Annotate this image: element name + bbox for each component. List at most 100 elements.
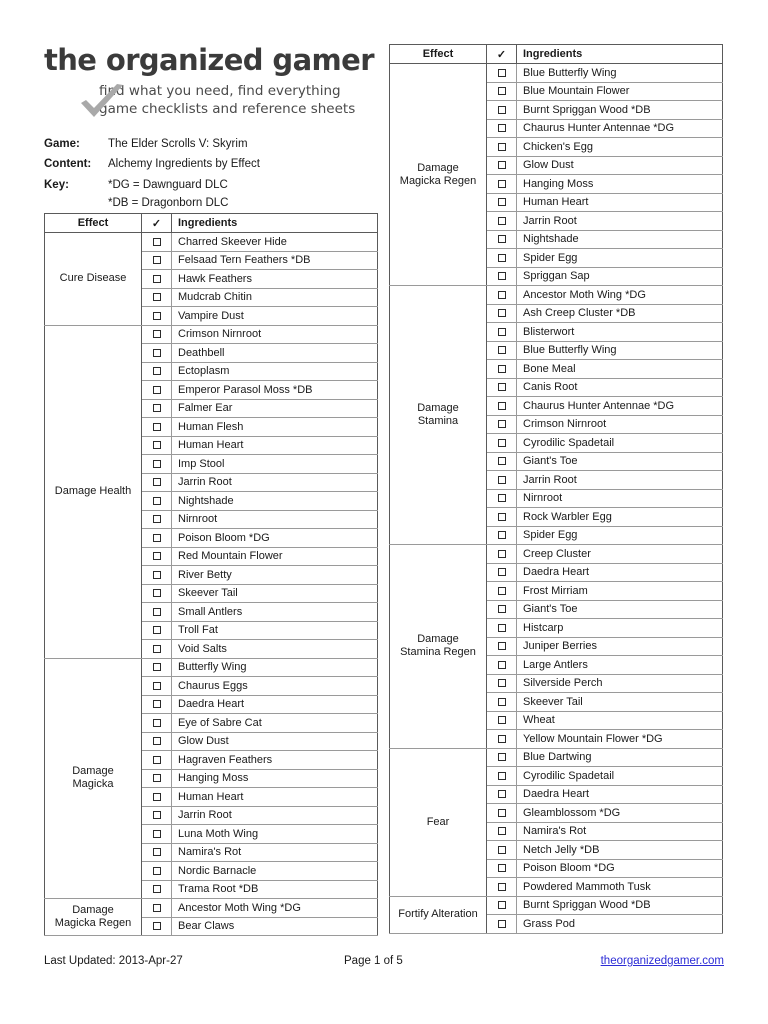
ingredient-checkbox-cell[interactable] xyxy=(486,470,517,490)
checkbox-icon[interactable] xyxy=(152,848,161,857)
ingredient-checkbox-cell[interactable] xyxy=(486,803,517,823)
ingredient-checkbox-cell[interactable] xyxy=(141,509,172,529)
footer-website-label[interactable]: theorganizedgamer.com xyxy=(601,955,724,967)
ingredient-checkbox-cell[interactable] xyxy=(486,507,517,527)
checkbox-icon[interactable] xyxy=(152,829,161,838)
checkbox-icon[interactable] xyxy=(497,901,506,910)
ingredient-checkbox-cell[interactable] xyxy=(486,155,517,175)
checkbox-icon[interactable] xyxy=(497,124,506,133)
checkbox-icon[interactable] xyxy=(497,845,506,854)
checkbox-icon[interactable] xyxy=(497,679,506,688)
checkbox-icon[interactable] xyxy=(497,142,506,151)
ingredient-checkbox-cell[interactable] xyxy=(486,710,517,730)
checkbox-icon[interactable] xyxy=(497,438,506,447)
ingredient-checkbox-cell[interactable] xyxy=(141,713,172,733)
ingredient-checkbox-cell[interactable] xyxy=(141,879,172,899)
checkbox-icon[interactable] xyxy=(497,568,506,577)
ingredient-checkbox-cell[interactable] xyxy=(141,824,172,844)
ingredient-checkbox-cell[interactable] xyxy=(486,821,517,841)
ingredient-checkbox-cell[interactable] xyxy=(141,768,172,788)
checkbox-icon[interactable] xyxy=(497,697,506,706)
ingredient-checkbox-cell[interactable] xyxy=(141,676,172,696)
checkbox-icon[interactable] xyxy=(497,364,506,373)
checkbox-icon[interactable] xyxy=(497,771,506,780)
checkbox-icon[interactable] xyxy=(152,755,161,764)
checkbox-icon[interactable] xyxy=(497,179,506,188)
checkbox-icon[interactable] xyxy=(497,605,506,614)
ingredient-checkbox-cell[interactable] xyxy=(486,303,517,323)
checkbox-icon[interactable] xyxy=(152,792,161,801)
checkbox-icon[interactable] xyxy=(497,660,506,669)
ingredient-checkbox-cell[interactable] xyxy=(486,174,517,194)
checkbox-icon[interactable] xyxy=(497,457,506,466)
ingredient-checkbox-cell[interactable] xyxy=(141,472,172,492)
checkbox-icon[interactable] xyxy=(152,385,161,394)
ingredient-checkbox-cell[interactable] xyxy=(486,636,517,656)
ingredient-checkbox-cell[interactable] xyxy=(486,618,517,638)
checkbox-icon[interactable] xyxy=(152,570,161,579)
checkbox-icon[interactable] xyxy=(497,420,506,429)
ingredient-checkbox-cell[interactable] xyxy=(141,546,172,566)
ingredient-checkbox-cell[interactable] xyxy=(141,842,172,862)
checkbox-icon[interactable] xyxy=(497,216,506,225)
checkbox-icon[interactable] xyxy=(497,531,506,540)
checkbox-icon[interactable] xyxy=(152,885,161,894)
checkbox-icon[interactable] xyxy=(152,348,161,357)
ingredient-checkbox-cell[interactable] xyxy=(141,657,172,677)
ingredient-checkbox-cell[interactable] xyxy=(141,916,172,936)
checkbox-icon[interactable] xyxy=(152,866,161,875)
checkbox-icon[interactable] xyxy=(497,642,506,651)
ingredient-checkbox-cell[interactable] xyxy=(486,562,517,582)
ingredient-checkbox-cell[interactable] xyxy=(141,361,172,381)
ingredient-checkbox-cell[interactable] xyxy=(486,229,517,249)
checkbox-icon[interactable] xyxy=(497,290,506,299)
ingredient-checkbox-cell[interactable] xyxy=(141,454,172,474)
ingredient-checkbox-cell[interactable] xyxy=(141,398,172,418)
checkbox-icon[interactable] xyxy=(152,589,161,598)
checkbox-icon[interactable] xyxy=(152,811,161,820)
checkbox-icon[interactable] xyxy=(497,882,506,891)
ingredient-checkbox-cell[interactable] xyxy=(486,599,517,619)
ingredient-checkbox-cell[interactable] xyxy=(141,417,172,437)
checkbox-icon[interactable] xyxy=(497,309,506,318)
checkbox-icon[interactable] xyxy=(152,903,161,912)
checkbox-icon[interactable] xyxy=(497,235,506,244)
ingredient-checkbox-cell[interactable] xyxy=(486,266,517,286)
checkbox-icon[interactable] xyxy=(152,478,161,487)
ingredient-checkbox-cell[interactable] xyxy=(141,306,172,326)
ingredient-checkbox-cell[interactable] xyxy=(141,528,172,548)
checkbox-icon[interactable] xyxy=(497,383,506,392)
checkbox-icon[interactable] xyxy=(152,774,161,783)
ingredient-checkbox-cell[interactable] xyxy=(141,565,172,585)
checkbox-icon[interactable] xyxy=(152,626,161,635)
ingredient-checkbox-cell[interactable] xyxy=(486,692,517,712)
checkbox-icon[interactable] xyxy=(152,607,161,616)
ingredient-checkbox-cell[interactable] xyxy=(486,137,517,157)
ingredient-checkbox-cell[interactable] xyxy=(141,435,172,455)
checkbox-icon[interactable] xyxy=(152,274,161,283)
checkbox-icon[interactable] xyxy=(497,401,506,410)
checkbox-icon[interactable] xyxy=(497,864,506,873)
checkbox-icon[interactable] xyxy=(152,515,161,524)
checkbox-icon[interactable] xyxy=(497,549,506,558)
ingredient-checkbox-cell[interactable] xyxy=(486,414,517,434)
ingredient-checkbox-cell[interactable] xyxy=(141,787,172,807)
checkbox-icon[interactable] xyxy=(497,919,506,928)
ingredient-checkbox-cell[interactable] xyxy=(486,433,517,453)
ingredient-checkbox-cell[interactable] xyxy=(486,192,517,212)
checkbox-icon[interactable] xyxy=(497,475,506,484)
ingredient-checkbox-cell[interactable] xyxy=(141,898,172,918)
ingredient-checkbox-cell[interactable] xyxy=(486,544,517,564)
checkbox-icon[interactable] xyxy=(152,922,161,931)
ingredient-checkbox-cell[interactable] xyxy=(486,525,517,545)
checkbox-icon[interactable] xyxy=(497,716,506,725)
ingredient-checkbox-cell[interactable] xyxy=(486,840,517,860)
ingredient-checkbox-cell[interactable] xyxy=(486,655,517,675)
checkbox-icon[interactable] xyxy=(497,272,506,281)
ingredient-checkbox-cell[interactable] xyxy=(486,63,517,83)
checkbox-icon[interactable] xyxy=(152,496,161,505)
ingredient-checkbox-cell[interactable] xyxy=(486,118,517,138)
checkbox-icon[interactable] xyxy=(152,330,161,339)
ingredient-checkbox-cell[interactable] xyxy=(141,694,172,714)
ingredient-checkbox-cell[interactable] xyxy=(486,211,517,231)
